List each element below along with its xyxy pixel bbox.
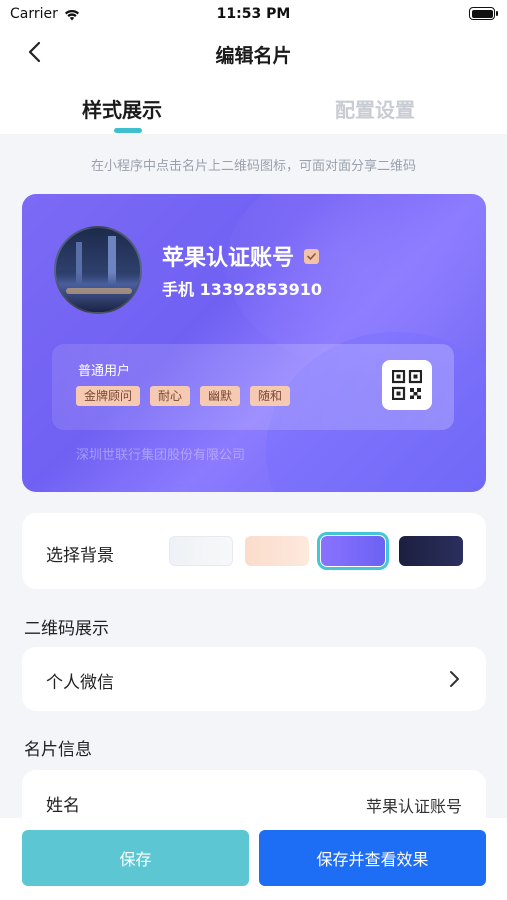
save-and-view-button[interactable]: 保存并查看效果 [259, 830, 486, 886]
background-selector: 选择背景 [22, 513, 486, 589]
background-option-light[interactable] [169, 536, 233, 566]
card-name: 苹果认证账号 [162, 240, 320, 272]
nav-bar: 编辑名片 [0, 30, 507, 74]
card-company: 深圳世联行集团股份有限公司 [76, 448, 246, 463]
tab-indicator [114, 128, 142, 133]
save-button[interactable]: 保存 [22, 830, 249, 886]
card-phone: 手机 13392853910 [162, 280, 323, 299]
tag-list: 金牌顾问 耐心 幽默 随和 [76, 386, 291, 406]
qr-source-label: 个人微信 [46, 673, 114, 693]
qr-source-row[interactable]: 个人微信 [22, 647, 486, 711]
name-field-label: 姓名 [46, 796, 80, 816]
bottom-action-bar: 保存 保存并查看效果 [0, 818, 507, 900]
background-option-navy[interactable] [399, 536, 463, 566]
chevron-right-icon [450, 671, 459, 687]
status-bar: Carrier 11:53 PM [0, 0, 507, 28]
tab-config[interactable]: 配置设置 [335, 94, 415, 123]
tab-bar: 样式展示 配置设置 [0, 86, 507, 134]
header-area: Carrier 11:53 PM 编辑名片 样式展示 配置设置 [0, 0, 507, 134]
tag: 幽默 [200, 386, 241, 406]
qr-code-icon[interactable] [382, 360, 432, 410]
name-field-value[interactable]: 苹果认证账号 [366, 793, 462, 817]
avatar [54, 226, 142, 314]
card-info-panel: 普通用户 金牌顾问 耐心 幽默 随和 [52, 344, 454, 430]
background-option-peach[interactable] [245, 536, 309, 566]
tab-style[interactable]: 样式展示 [82, 94, 162, 123]
share-hint: 在小程序中点击名片上二维码图标，可面对面分享二维码 [90, 159, 416, 174]
tag: 金牌顾问 [76, 386, 141, 406]
card-name-text: 苹果认证账号 [162, 246, 295, 271]
battery-icon [469, 7, 498, 20]
tag: 随和 [250, 386, 291, 406]
background-label: 选择背景 [46, 546, 114, 566]
clock: 11:53 PM [216, 6, 291, 22]
user-role: 普通用户 [78, 364, 131, 379]
verified-check-icon [304, 248, 320, 264]
qr-section-title: 二维码展示 [24, 619, 109, 639]
background-option-purple[interactable] [317, 532, 389, 570]
info-section-title: 名片信息 [24, 740, 92, 760]
page-title: 编辑名片 [215, 45, 292, 67]
business-card-preview: 苹果认证账号 手机 13392853910 普通用户 金牌顾问 耐心 幽默 随和 [22, 194, 486, 492]
tag: 耐心 [150, 386, 191, 406]
